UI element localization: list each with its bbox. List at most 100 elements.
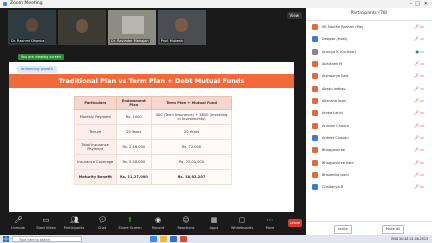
list-item[interactable]: Amba Lahiri 🎤︎ ▭ [306, 107, 432, 119]
windows-start-icon[interactable] [3, 236, 9, 242]
list-item[interactable]: Abhishek M 🎤︎ ▭ [306, 58, 432, 70]
window-title: Zoom Meeting [10, 1, 43, 6]
participant-name: Bhoomika Joshi [322, 173, 349, 178]
apps-button[interactable]: ▦ Apps [200, 216, 228, 230]
mic-muted-icon: 🎤︎ ▭ [413, 61, 424, 67]
participants-list: SR Santhe Rashmi (Me) 🎤︎ ▭ Deepak (Host)… [306, 21, 432, 194]
participants-button[interactable]: 👥︎ Participants [60, 216, 88, 230]
avatar [312, 61, 318, 68]
maximize-icon[interactable]: □ [415, 0, 420, 8]
table-cell: Rs. 72,000 [151, 139, 232, 155]
table-cell: Monthly Payment [74, 109, 117, 125]
share-label[interactable]: You are viewing screen [18, 54, 65, 60]
list-item[interactable]: Akansha Joshi 🎤︎ ▭ [306, 95, 432, 107]
participant-name: Ananya K (Co-host) [322, 49, 356, 54]
mic-muted-icon: 🎤︎ ▭ [413, 24, 424, 29]
video-thumbnail[interactable]: Prof. Mukesh [158, 10, 206, 45]
table-header: Term Plan + Mutual Fund [151, 96, 232, 110]
avatar [312, 24, 318, 30]
table-cell: Rs. 1000 [115, 109, 153, 125]
list-item[interactable]: SR Santhe Rashmi (Me) 🎤︎ ▭ [306, 21, 432, 33]
slide-title: Traditional Plan vs Term Plan + Debt Mut… [58, 77, 245, 85]
thumbnail-name: Dr. Rashmi Dhanka [10, 39, 46, 43]
edge-icon[interactable] [170, 236, 177, 242]
more-icon: ⋯ [266, 216, 274, 224]
toolbar-label: Whiteboards [230, 226, 254, 230]
table-cell: Insurance Coverage [74, 154, 117, 170]
video-thumbnail[interactable] [58, 10, 106, 45]
comparison-table: Particulars Endowment Plan Term Plan + M… [74, 96, 232, 185]
mic-muted-icon: 🎤︎ ▭ [413, 159, 424, 165]
taskbar-search-input[interactable]: Type here to search [12, 236, 82, 242]
avatar [312, 48, 318, 55]
video-thumbnail[interactable]: Dr. Ravinder Mahajan [108, 10, 156, 45]
participant-name: Deepak (Host) [322, 37, 348, 42]
toolbar-label: Reactions [177, 226, 195, 230]
list-item[interactable]: Bhoomika Joshi 🎤︎ ▭ [306, 169, 432, 181]
chat-icon: 💬︎ [98, 216, 107, 224]
invite-button[interactable]: Invite [334, 225, 352, 234]
chrome-icon[interactable] [180, 236, 187, 242]
start-video-button[interactable]: ▭ Start Video [32, 216, 60, 230]
table-row: Maturity Benefit Rs. 11,27,000 Rs. 18,82… [74, 169, 232, 185]
reactions-button[interactable]: ☺ Reactions [172, 216, 200, 230]
table-row: Tenure 20 Years 20 Years [74, 124, 232, 140]
table-cell: Rs. 2,16,000 [115, 139, 153, 155]
avatar [312, 172, 318, 179]
record-icon: ◉ [154, 216, 162, 224]
mic-on-icon: ● ▭ [415, 48, 424, 54]
mute-all-button[interactable]: Mute All [382, 225, 405, 234]
list-item[interactable]: Aishwarya Kale 🎤︎ ▭ [306, 70, 432, 82]
leave-button[interactable]: Leave [288, 219, 302, 227]
avatar [312, 184, 318, 191]
people-icon: 👥︎ [70, 216, 79, 224]
avatar [175, 18, 188, 32]
toolbar-label: Apps [209, 226, 219, 230]
table-cell: 400 (Term Insurance) + 3600 (Investing i… [151, 109, 232, 125]
avatar [312, 110, 318, 117]
mic-muted-icon: 🎤︎ ▭ [413, 147, 424, 153]
view-button[interactable]: View [286, 12, 302, 19]
more-button[interactable]: ⋯ More [256, 216, 284, 230]
share-screen-button[interactable]: ⬆ Share Screen [116, 216, 144, 230]
list-item[interactable]: Anicam Chaure 🎤︎ ▭ [306, 120, 432, 132]
list-item[interactable]: Bhagyashree Kale 🎤︎ ▭ [306, 157, 432, 169]
whiteboards-button[interactable]: ▢ Whiteboards [228, 216, 256, 230]
list-item[interactable]: Ananya K (Co-host) ● ▭ [306, 46, 432, 58]
unmute-button[interactable]: 🎤︎ Unmute [4, 216, 32, 230]
toolbar-label: Share Screen [118, 226, 142, 230]
avatar [76, 19, 88, 33]
toolbar-label: Participants [63, 226, 85, 230]
participant-name: Ankeet Chavan [322, 136, 349, 141]
participant-name: Amba Lahiri [322, 111, 343, 116]
participant-name: SR Santhe Rashmi (Me) [322, 25, 364, 29]
close-icon[interactable]: ✕ [424, 0, 428, 8]
list-item[interactable]: Deepak (Host) 🎤︎ ▭ [306, 33, 432, 45]
chat-button[interactable]: 💬︎ Chat [88, 216, 116, 230]
folder-icon[interactable] [160, 236, 167, 242]
minimize-icon[interactable]: – [410, 0, 413, 8]
video-thumbnail[interactable]: Dr. Rashmi Dhanka [8, 10, 56, 45]
list-item[interactable]: Ankeet Chavan 🎤︎ ▭ [306, 132, 432, 144]
system-tray: ENG 20:48 01-06-2023 [391, 237, 428, 241]
zoom-app-icon[interactable] [150, 236, 157, 242]
table-cell: Rs. 5,00,000 [115, 154, 153, 170]
record-button[interactable]: ◉ Record [144, 216, 172, 230]
list-item[interactable]: Chaitanya B 🎤︎ ▭ [306, 181, 432, 193]
avatar [312, 98, 318, 105]
room-view [122, 16, 144, 34]
taskbar: Type here to search ENG 20:48 01-06-2023 [0, 235, 432, 243]
avatar [312, 73, 318, 80]
thumbnail-name: Prof. Mukesh [160, 39, 185, 43]
table-row: Insurance Coverage Rs. 5,00,000 Rs. 25,0… [74, 154, 232, 170]
mic-muted-icon: 🎤︎ ▭ [413, 73, 424, 79]
participants-panel: Participants (78) SR Santhe Rashmi (Me) … [306, 8, 432, 235]
participant-name: Akash Jadhav [322, 86, 346, 91]
panel-footer: Invite Mute All [306, 221, 432, 236]
list-item[interactable]: Akash Jadhav 🎤︎ ▭ [306, 83, 432, 95]
participant-name: Akansha Joshi [322, 99, 347, 104]
list-item[interactable]: Bhagyashree 🎤︎ ▭ [306, 144, 432, 156]
table-cell: Rs. 18,82,207 [151, 169, 232, 185]
avatar [312, 36, 318, 43]
table-cell: Rs. 25,00,000 [151, 154, 232, 170]
